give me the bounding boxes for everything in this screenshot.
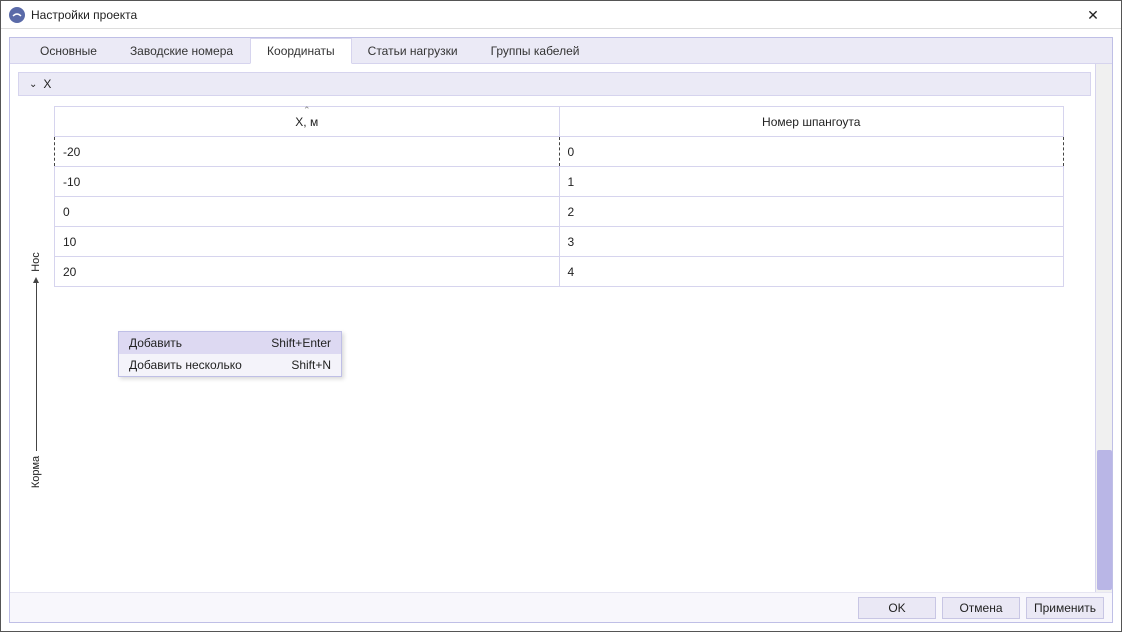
tab-koordinaty[interactable]: Координаты (250, 38, 352, 64)
cell-x[interactable]: -20 (55, 137, 560, 167)
app-icon (9, 7, 25, 23)
menu-item-label: Добавить (129, 336, 182, 350)
menu-item-shortcut: Shift+N (291, 358, 331, 372)
panel-content: ⌄ X Нос Корма ⌃ X, (10, 64, 1095, 592)
sort-asc-icon: ⌃ (303, 105, 311, 116)
cell-x[interactable]: 20 (55, 257, 560, 287)
scrollbar-thumb[interactable] (1097, 450, 1112, 590)
content-frame: Основные Заводские номера Координаты Ста… (9, 37, 1113, 623)
table-row[interactable]: 20 4 (55, 257, 1064, 287)
window-title: Настройки проекта (31, 8, 1073, 22)
axis-top-text: Нос (30, 252, 42, 272)
table-row[interactable]: 0 2 (55, 197, 1064, 227)
cell-frame[interactable]: 2 (559, 197, 1064, 227)
menu-item-label: Добавить несколько (129, 358, 242, 372)
dialog-window: Настройки проекта ✕ Основные Заводские н… (0, 0, 1122, 632)
col-header-x[interactable]: ⌃ X, м (55, 107, 560, 137)
cell-x[interactable]: 0 (55, 197, 560, 227)
table-row[interactable]: 10 3 (55, 227, 1064, 257)
menu-item-shortcut: Shift+Enter (271, 336, 331, 350)
close-icon[interactable]: ✕ (1073, 8, 1113, 22)
tab-stati-nagruzki[interactable]: Статьи нагрузки (352, 38, 475, 63)
menu-item-add-many[interactable]: Добавить несколько Shift+N (119, 354, 341, 376)
context-menu: Добавить Shift+Enter Добавить несколько … (118, 331, 342, 377)
table-row[interactable]: -20 0 (55, 137, 1064, 167)
chevron-down-icon: ⌄ (29, 79, 37, 90)
titlebar: Настройки проекта ✕ (1, 1, 1121, 29)
cell-x[interactable]: -10 (55, 167, 560, 197)
cell-x[interactable]: 10 (55, 227, 560, 257)
accordion-header-x[interactable]: ⌄ X (18, 72, 1091, 96)
tab-zavodskie-nomera[interactable]: Заводские номера (114, 38, 250, 63)
col-header-frame[interactable]: Номер шпангоута (559, 107, 1064, 137)
axis-label: Нос Корма (18, 106, 54, 287)
cell-frame[interactable]: 1 (559, 167, 1064, 197)
cell-frame[interactable]: 3 (559, 227, 1064, 257)
panel-area: ⌄ X Нос Корма ⌃ X, (10, 64, 1112, 592)
cancel-button[interactable]: Отмена (942, 597, 1020, 619)
tab-gruppy-kabeley[interactable]: Группы кабелей (475, 38, 597, 63)
tab-bar: Основные Заводские номера Координаты Ста… (10, 38, 1112, 64)
axis-bottom-text: Корма (30, 456, 42, 488)
table-wrapper: Нос Корма ⌃ X, м Но (18, 106, 1095, 287)
ok-button[interactable]: OK (858, 597, 936, 619)
tab-osnovnye[interactable]: Основные (24, 38, 114, 63)
accordion-label: X (43, 77, 51, 91)
vertical-scrollbar[interactable] (1095, 64, 1112, 592)
cell-frame[interactable]: 0 (559, 137, 1064, 167)
menu-item-add[interactable]: Добавить Shift+Enter (119, 332, 341, 354)
arrow-up-icon (36, 281, 37, 451)
cell-frame[interactable]: 4 (559, 257, 1064, 287)
apply-button[interactable]: Применить (1026, 597, 1104, 619)
coordinates-table: ⌃ X, м Номер шпангоута -20 (54, 106, 1064, 287)
table-row[interactable]: -10 1 (55, 167, 1064, 197)
dialog-footer: OK Отмена Применить (10, 592, 1112, 622)
